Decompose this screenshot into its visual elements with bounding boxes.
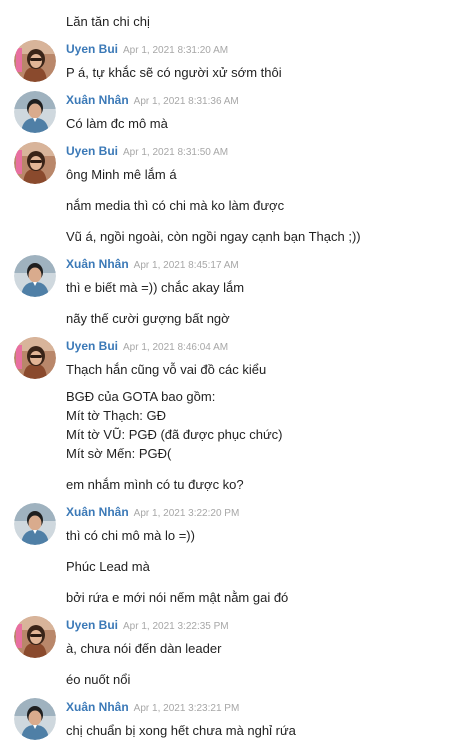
author-name-link[interactable]: Xuân Nhân [66, 700, 129, 714]
chat-message-feed: Lăn tăn chi chị Uyen Bui Apr 1, 2021 8:31… [0, 0, 469, 745]
message-text: Phúc Lead mà [66, 559, 150, 574]
message-header: Uyen Bui Apr 1, 2021 8:46:04 AM [66, 339, 228, 353]
message-text: BGĐ của GOTA bao gồm: [66, 389, 216, 404]
message-text: bởi rứa e mới nói nếm mật nằm gai đó [66, 590, 289, 605]
message-header: Uyen Bui Apr 1, 2021 8:31:50 AM [66, 144, 228, 158]
message-text: P á, tự khắc sẽ có người xử sớm thôi [66, 65, 282, 80]
woman-avatar-icon[interactable] [14, 337, 56, 379]
woman-avatar-icon[interactable] [14, 142, 56, 184]
message-text: Vũ á, ngồi ngoài, còn ngồi ngay cạnh bạn… [66, 229, 361, 244]
message-text: Mít tờ Thạch: GĐ [66, 408, 167, 423]
man-avatar-icon[interactable] [14, 698, 56, 740]
message-timestamp: Apr 1, 2021 8:31:36 AM [133, 96, 239, 107]
man-avatar-icon[interactable] [14, 91, 56, 133]
message-timestamp: Apr 1, 2021 8:31:50 AM [123, 147, 229, 158]
author-name-link[interactable]: Xuân Nhân [66, 257, 129, 271]
message-header: Xuân Nhân Apr 1, 2021 8:45:17 AM [66, 257, 239, 271]
author-name-link[interactable]: Xuân Nhân [66, 93, 129, 107]
man-avatar-icon[interactable] [14, 255, 56, 297]
message-text: Mít tờ VŨ: PGĐ (đã được phục chức) [66, 427, 283, 442]
message-text: Lăn tăn chi chị [66, 14, 150, 29]
message-text: thì e biết mà =)) chắc akay lắm [66, 280, 245, 295]
message-text: em nhắm mình có tu được ko? [66, 477, 244, 492]
message-timestamp: Apr 1, 2021 3:22:35 PM [123, 621, 229, 632]
author-name-link[interactable]: Uyen Bui [66, 339, 118, 353]
message-header: Xuân Nhân Apr 1, 2021 3:23:21 PM [66, 700, 239, 714]
message-text: Có làm đc mô mà [66, 116, 168, 131]
message-timestamp: Apr 1, 2021 8:45:17 AM [133, 260, 239, 271]
message-text: Mít sờ Mến: PGĐ( [66, 446, 172, 461]
message-timestamp: Apr 1, 2021 8:46:04 AM [123, 342, 229, 353]
message-timestamp: Apr 1, 2021 8:31:20 AM [123, 45, 229, 56]
message-text: nắm media thì có chi mà ko làm được [66, 198, 285, 213]
author-name-link[interactable]: Uyen Bui [66, 144, 118, 158]
message-header: Uyen Bui Apr 1, 2021 3:22:35 PM [66, 618, 229, 632]
message-header: Xuân Nhân Apr 1, 2021 8:31:36 AM [66, 93, 239, 107]
author-name-link[interactable]: Uyen Bui [66, 618, 118, 632]
man-avatar-icon[interactable] [14, 503, 56, 545]
message-text: Thạch hắn cũng vỗ vai đồ các kiểu [66, 362, 267, 377]
woman-avatar-icon[interactable] [14, 40, 56, 82]
woman-avatar-icon[interactable] [14, 616, 56, 658]
message-text: éo nuốt nổi [66, 672, 131, 687]
message-text: chị chuẩn bị xong hết chưa mà nghỉ rứa [66, 723, 296, 738]
message-header: Xuân Nhân Apr 1, 2021 3:22:20 PM [66, 505, 239, 519]
message-timestamp: Apr 1, 2021 3:22:20 PM [133, 508, 240, 519]
message-text: à, chưa nói đến dàn leader [66, 641, 222, 656]
message-text: thì có chi mô mà lo =)) [66, 528, 195, 543]
message-header: Uyen Bui Apr 1, 2021 8:31:20 AM [66, 42, 228, 56]
message-text: nãy thế cười gượng bất ngờ [66, 311, 230, 326]
message-text: ông Minh mê lắm á [66, 167, 177, 182]
author-name-link[interactable]: Xuân Nhân [66, 505, 129, 519]
message-timestamp: Apr 1, 2021 3:23:21 PM [133, 703, 240, 714]
author-name-link[interactable]: Uyen Bui [66, 42, 118, 56]
